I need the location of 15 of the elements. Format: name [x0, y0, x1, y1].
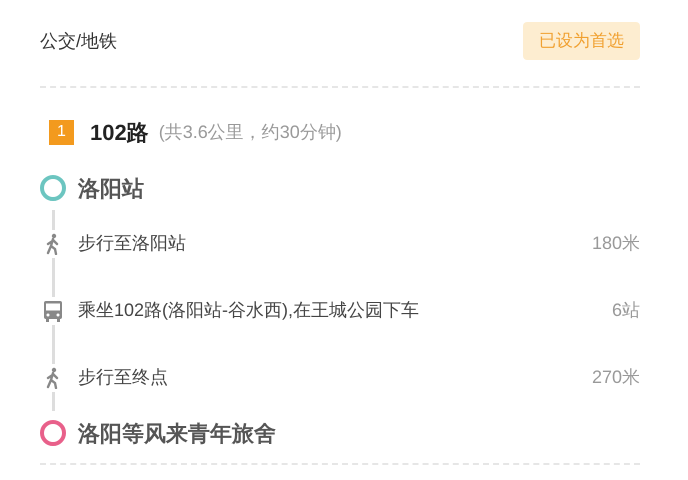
walking-person-icon [45, 366, 61, 388]
step-text: 步行至洛阳站 [78, 232, 187, 255]
route-name[interactable]: 102路 [90, 116, 149, 148]
step-distance: 6站 [612, 299, 640, 322]
step-distance: 270米 [592, 366, 640, 389]
step-text: 乘坐102路(洛阳站-谷水西),在王城公园下车 [78, 299, 420, 322]
stop-name: 洛阳站 [78, 174, 144, 202]
route-number-badge: 1 [49, 120, 74, 144]
section-title: 公交/地铁 [40, 30, 118, 52]
step-text: 步行至终点 [78, 366, 169, 389]
stop-name: 洛阳等风来青年旅舍 [78, 420, 276, 448]
walking-person-icon [45, 232, 61, 254]
bus-icon [43, 300, 63, 322]
route-summary: (共3.6公里，约30分钟) [158, 120, 342, 144]
step-distance: 180米 [592, 232, 640, 255]
